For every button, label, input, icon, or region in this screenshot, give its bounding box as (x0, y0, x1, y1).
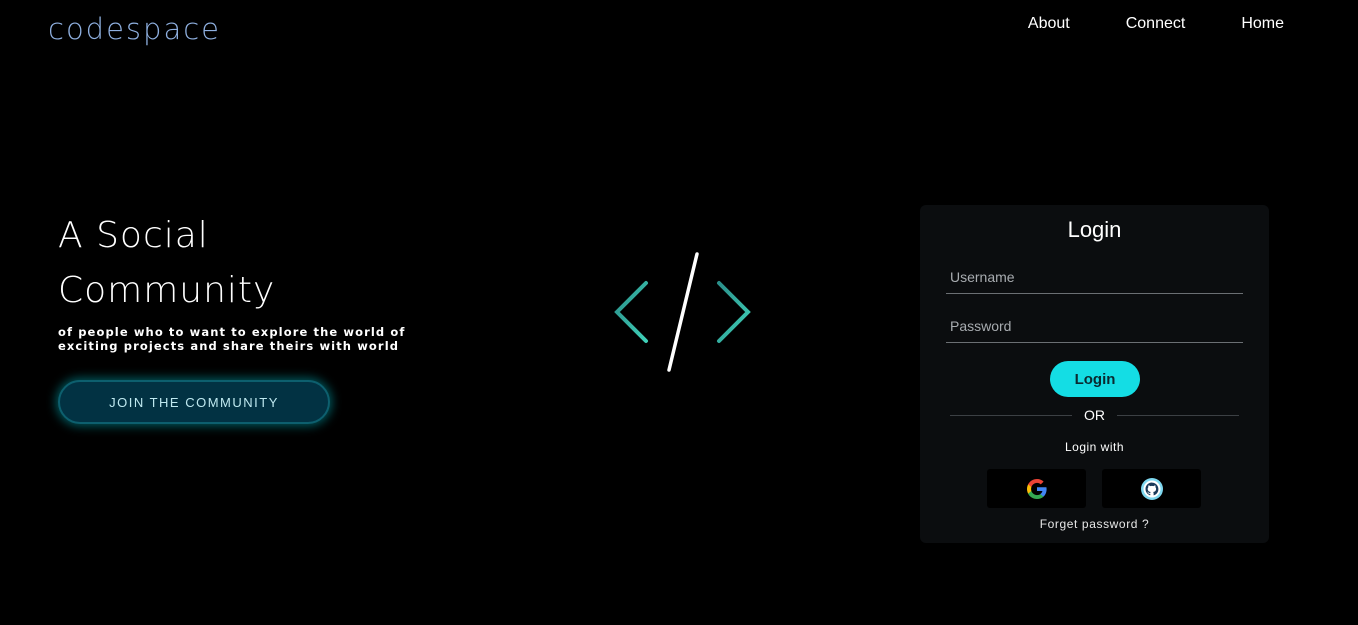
hero-subtitle: of people who to want to explore the wor… (58, 325, 438, 353)
login-card: Login Login OR Login with Forge (920, 205, 1269, 543)
top-nav: About Connect Home (972, 15, 1284, 33)
hero-section: A Social Community of people who to want… (58, 208, 438, 424)
forget-password-link[interactable]: Forget password ? (920, 517, 1269, 531)
login-with-label: Login with (1064, 440, 1125, 454)
join-community-button[interactable]: JOIN THE COMMUNITY (58, 380, 330, 424)
or-label: OR (1084, 407, 1105, 423)
nav-about-link[interactable]: About (972, 15, 1070, 33)
hero-title: A Social Community (58, 208, 438, 318)
divider-line-left (950, 414, 1072, 416)
nav-home-link[interactable]: Home (1185, 15, 1284, 33)
hero-title-line1: A Social (58, 215, 209, 256)
login-title: Login (1067, 217, 1122, 242)
google-login-button[interactable] (987, 469, 1086, 508)
login-button[interactable]: Login (1050, 361, 1140, 397)
hero-subtitle-line1: of people who to want to explore the wor… (58, 325, 406, 339)
hero-title-line2: Community (58, 270, 276, 311)
github-login-button[interactable] (1102, 469, 1201, 508)
hero-subtitle-line2: exciting projects and share theirs with … (58, 339, 400, 353)
github-icon (1140, 477, 1163, 500)
google-icon (1026, 478, 1047, 499)
or-divider: OR (950, 407, 1239, 423)
brand-logo[interactable]: codespace (48, 12, 221, 46)
divider-line-right (1117, 414, 1239, 416)
nav-connect-link[interactable]: Connect (1070, 15, 1186, 33)
password-input[interactable] (946, 309, 1243, 343)
code-brackets-icon (614, 252, 751, 372)
username-input[interactable] (946, 260, 1243, 294)
page: codespace About Connect Home A Social Co… (0, 0, 1358, 625)
